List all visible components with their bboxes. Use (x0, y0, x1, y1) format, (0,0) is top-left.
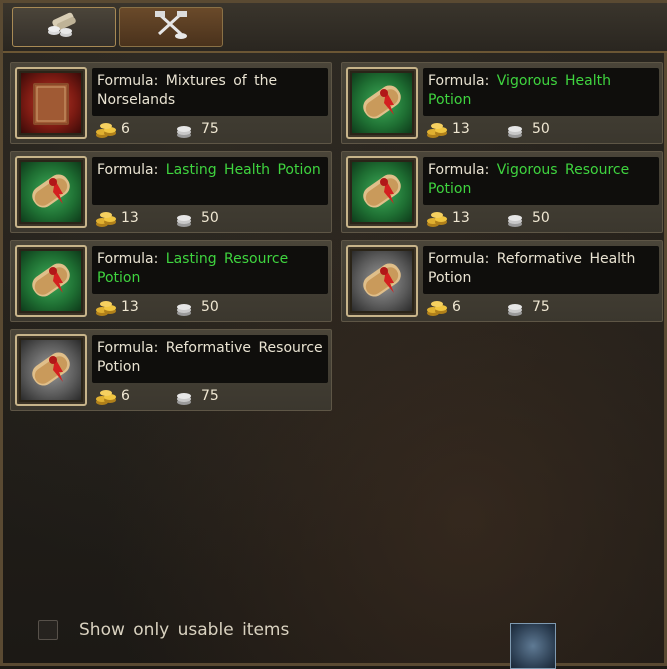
scroll-icon (21, 162, 81, 222)
gold-coins-icon (95, 387, 117, 407)
tab-crafting[interactable] (119, 7, 223, 47)
silver-price: 50 (201, 299, 219, 315)
item-icon-frame[interactable] (15, 334, 87, 406)
item-card[interactable]: Formula: Reformative Health Potion 6 75 (341, 240, 663, 322)
scroll-icon (21, 251, 81, 311)
item-price: 13 50 (426, 208, 656, 230)
silver-price: 75 (201, 121, 219, 137)
gold-coins-icon (95, 120, 117, 140)
gold-price: 13 (121, 210, 139, 226)
silver-price: 50 (532, 121, 550, 137)
scroll-icon (352, 251, 412, 311)
item-name-prefix: Formula: (428, 162, 497, 178)
item-icon-frame[interactable] (346, 245, 418, 317)
tab-bar (3, 3, 667, 53)
gold-coins-icon (426, 298, 448, 318)
gold-price: 13 (121, 299, 139, 315)
gold-coins-icon (426, 209, 448, 229)
item-card[interactable]: Formula: Vigorous Health Potion 13 50 (341, 62, 663, 144)
tab-recipes[interactable] (12, 7, 116, 47)
gold-coins-icon (95, 209, 117, 229)
item-card[interactable]: Formula: Lasting Health Potion 13 50 (10, 151, 332, 233)
item-name-label: Lasting Health Potion (165, 162, 321, 178)
silver-coins-icon (175, 212, 193, 228)
corner-skull-icon[interactable] (510, 623, 556, 669)
merchant-window: Formula: Mixtures of the Norselands 6 75 Fo… (0, 0, 667, 669)
silver-coins-icon (506, 212, 524, 228)
scroll-icon (352, 162, 412, 222)
gold-price: 13 (452, 210, 470, 226)
item-card[interactable]: Formula: Vigorous Resource Potion 13 50 (341, 151, 663, 233)
gold-price: 13 (452, 121, 470, 137)
gold-price: 6 (121, 388, 130, 404)
silver-coins-icon (506, 123, 524, 139)
gold-coins-icon (95, 298, 117, 318)
item-icon-frame[interactable] (15, 67, 87, 139)
item-price: 6 75 (426, 297, 656, 319)
red-book-icon (21, 73, 81, 133)
gold-price: 6 (121, 121, 130, 137)
item-name-prefix: Formula: (97, 73, 166, 89)
silver-coins-icon (175, 123, 193, 139)
item-icon-frame[interactable] (15, 156, 87, 228)
silver-price: 75 (532, 299, 550, 315)
item-icon-frame[interactable] (15, 245, 87, 317)
usable-items-label: Show only usable items (79, 620, 290, 640)
item-name: Formula: Lasting Health Potion (92, 157, 328, 205)
item-price: 6 75 (95, 119, 325, 141)
scroll-icon (21, 340, 81, 400)
silver-coins-icon (175, 301, 193, 317)
item-name: Formula: Vigorous Health Potion (423, 68, 659, 116)
silver-price: 75 (201, 388, 219, 404)
item-name-prefix: Formula: (97, 251, 166, 267)
item-price: 6 75 (95, 386, 325, 408)
item-price: 13 50 (95, 297, 325, 319)
item-price: 13 50 (426, 119, 656, 141)
item-name: Formula: Mixtures of the Norselands (92, 68, 328, 116)
item-name-prefix: Formula: (97, 340, 166, 356)
item-name-prefix: Formula: (428, 73, 497, 89)
usable-items-checkbox[interactable] (38, 620, 58, 640)
crossed-hammers-icon (151, 10, 191, 44)
scrolls-coins-icon (44, 10, 84, 44)
item-name-prefix: Formula: (428, 251, 497, 267)
scroll-icon (352, 73, 412, 133)
silver-coins-icon (506, 301, 524, 317)
item-name-prefix: Formula: (97, 162, 166, 178)
gold-coins-icon (426, 120, 448, 140)
item-name: Formula: Reformative Health Potion (423, 246, 659, 294)
item-icon-frame[interactable] (346, 156, 418, 228)
item-card[interactable]: Formula: Reformative Resource Potion 6 75 (10, 329, 332, 411)
gold-price: 6 (452, 299, 461, 315)
item-card[interactable]: Formula: Lasting Resource Potion 13 50 (10, 240, 332, 322)
item-name: Formula: Vigorous Resource Potion (423, 157, 659, 205)
item-name: Formula: Reformative Resource Potion (92, 335, 328, 383)
item-price: 13 50 (95, 208, 325, 230)
silver-price: 50 (532, 210, 550, 226)
item-icon-frame[interactable] (346, 67, 418, 139)
item-name: Formula: Lasting Resource Potion (92, 246, 328, 294)
silver-price: 50 (201, 210, 219, 226)
silver-coins-icon (175, 390, 193, 406)
item-card[interactable]: Formula: Mixtures of the Norselands 6 75 (10, 62, 332, 144)
